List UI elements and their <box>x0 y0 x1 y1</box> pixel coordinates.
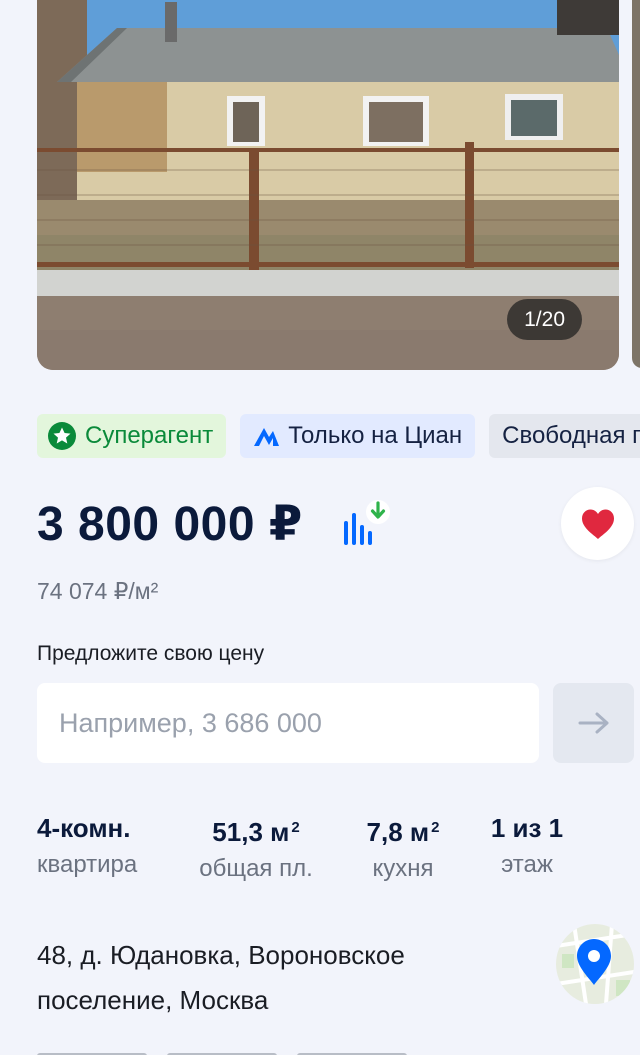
next-photo-peek[interactable] <box>632 0 640 368</box>
listing-page: 1/20 Суперагент Только на Циан Свободная… <box>0 0 640 1055</box>
photo-counter: 1/20 <box>507 299 582 340</box>
favorite-button[interactable] <box>561 487 634 560</box>
param-rooms: 4-комн. квартира <box>37 812 137 882</box>
free-sale-badge[interactable]: Свободная продажа <box>489 414 640 458</box>
superagent-badge[interactable]: Суперагент <box>37 414 227 458</box>
param-floor-value: 1 из 1 <box>490 813 564 843</box>
param-total-area: 51,3 м2 общая пл. <box>194 812 318 886</box>
param-floor-label: этаж <box>501 851 553 878</box>
heart-icon <box>581 509 614 539</box>
only-on-cian-label: Только на Циан <box>288 422 463 449</box>
map-pin-icon <box>577 939 611 985</box>
price: 3 800 000 ₽ <box>37 498 303 551</box>
param-floor: 1 из 1 этаж <box>484 812 570 882</box>
param-total-area-label: общая пл. <box>199 855 313 882</box>
only-on-cian-badge[interactable]: Только на Циан <box>240 414 476 458</box>
offer-submit-button[interactable] <box>553 683 634 763</box>
star-icon <box>48 422 76 450</box>
param-kitchen-area-label: кухня <box>372 855 434 882</box>
map-thumbnail[interactable] <box>556 924 634 1004</box>
param-kitchen-area-value: 7,8 м2 <box>366 817 440 847</box>
param-total-area-value: 51,3 м2 <box>212 817 300 847</box>
offer-label: Предложите свою цену <box>37 642 265 665</box>
address[interactable]: 48, д. Юдановка, Вороновское поселение, … <box>37 933 517 1023</box>
param-kitchen-area: 7,8 м2 кухня <box>360 812 446 886</box>
badges-row[interactable]: Суперагент Только на Циан Свободная прод… <box>37 414 640 458</box>
arrow-right-icon <box>578 712 608 734</box>
free-sale-label: Свободная продажа <box>502 422 640 449</box>
param-rooms-label: квартира <box>37 851 138 878</box>
cian-logo-icon <box>254 428 280 446</box>
param-rooms-value: 4-комн. <box>37 813 131 843</box>
next-section-cutoff <box>37 1046 607 1055</box>
price-per-sqm: 74 074 ₽/м² <box>37 578 159 604</box>
offer-price-input[interactable] <box>37 683 539 763</box>
photo-gallery[interactable]: 1/20 <box>37 0 619 370</box>
superagent-badge-label: Суперагент <box>85 422 214 449</box>
price-chart-icon[interactable] <box>336 497 394 552</box>
